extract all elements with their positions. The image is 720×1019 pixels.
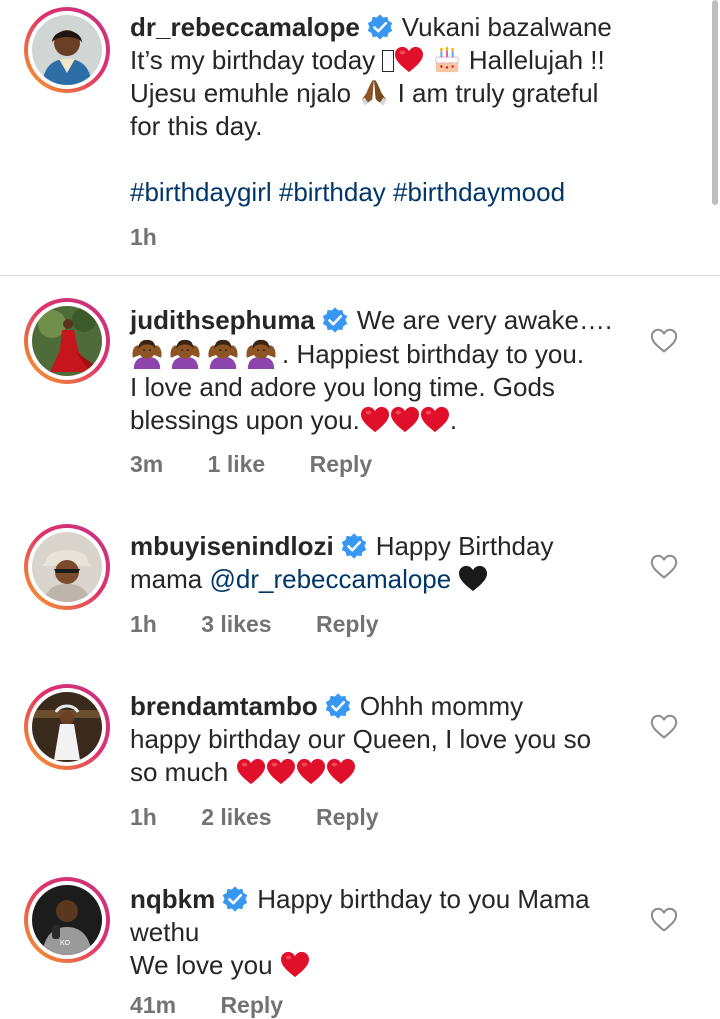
caption-text: dr_rebeccamalope Vukani bazalwane It’s my… <box>130 11 640 209</box>
comment-meta: 1h 2 likes Reply <box>130 804 417 831</box>
comment-line: We love you <box>130 950 273 980</box>
red-heart-icon <box>266 758 296 786</box>
comment-username[interactable]: mbuyisenindlozi <box>130 531 334 561</box>
woman-gesturing-ok-icon <box>168 337 202 369</box>
caption-hashtags[interactable]: #birthdaygirl #birthday #birthdaymood <box>130 176 640 209</box>
author-avatar[interactable] <box>24 7 110 93</box>
comment-line: so much <box>130 757 229 787</box>
comment-time: 1h <box>130 611 157 637</box>
comment-line: Ohhh mommy <box>359 691 524 721</box>
comment-avatar[interactable] <box>24 524 110 610</box>
woman-gesturing-ok-icon <box>206 337 240 369</box>
comment-avatar[interactable] <box>24 298 110 384</box>
comment-text: judithsephuma We are very awake…. . Happi… <box>130 304 640 437</box>
caption-meta: 1h <box>130 224 195 251</box>
red-heart-icon <box>390 406 420 434</box>
missing-glyph-icon <box>382 50 395 72</box>
comment-meta: 1h 3 likes Reply <box>130 611 417 638</box>
comment-text: mbuyisenindlozi Happy Birthday mama @dr_r… <box>130 530 640 596</box>
red-heart-icon <box>420 406 450 434</box>
comment-time: 41m <box>130 992 177 1018</box>
caption-line: Vukani bazalwane <box>401 12 612 42</box>
comment-likes[interactable]: 3 likes <box>201 611 271 638</box>
black-heart-icon <box>458 565 488 593</box>
verified-badge-icon <box>340 532 368 560</box>
comment-line: I love and adore you long time. Gods <box>130 372 555 402</box>
red-heart-icon <box>326 758 356 786</box>
comment-line: wethu <box>130 917 200 947</box>
woman-gesturing-ok-icon <box>244 337 278 369</box>
caption-line: Hallelujah !! <box>468 45 605 75</box>
folded-hands-icon <box>358 77 390 107</box>
mention-link[interactable]: @dr_rebeccamalope <box>209 564 451 594</box>
caption-username[interactable]: dr_rebeccamalope <box>130 12 360 42</box>
verified-badge-icon <box>221 885 249 913</box>
verified-badge-icon <box>321 306 349 334</box>
red-heart-icon <box>394 46 424 74</box>
comment-likes[interactable]: 1 like <box>208 451 266 478</box>
comment-time: 1h <box>130 804 157 830</box>
comment-avatar[interactable] <box>24 684 110 770</box>
reply-button[interactable]: Reply <box>316 804 379 831</box>
heart-outline-icon[interactable] <box>650 714 678 740</box>
comment-avatar[interactable]: KO <box>24 877 110 963</box>
caption-time: 1h <box>130 224 157 250</box>
reply-button[interactable]: Reply <box>316 611 379 638</box>
comment-text: nqbkm Happy birthday to you Mama wethu We… <box>130 883 640 982</box>
comment-line: We are very awake…. <box>356 305 613 335</box>
heart-outline-icon[interactable] <box>650 554 678 580</box>
comment-line: blessings upon you. <box>130 405 360 435</box>
caption-line: It’s my birthday today <box>130 45 376 75</box>
caption-line: Ujesu emuhle njalo <box>130 78 352 108</box>
comment-line: . Happiest birthday to you. <box>282 339 585 369</box>
comment-username[interactable]: nqbkm <box>130 884 215 914</box>
birthday-cake-icon <box>432 44 462 74</box>
red-heart-icon <box>236 758 266 786</box>
red-heart-icon <box>296 758 326 786</box>
comment-text: brendamtambo Ohhh mommy happy birthday ou… <box>130 690 640 789</box>
reply-button[interactable]: Reply <box>220 992 283 1018</box>
comment-line: Happy Birthday <box>375 531 554 561</box>
verified-badge-icon <box>324 692 352 720</box>
reply-button[interactable]: Reply <box>310 451 373 478</box>
comment-meta: 41m Reply <box>130 992 283 1019</box>
comment-line: mama <box>130 564 203 594</box>
comment-meta: 3m 1 like Reply <box>130 451 410 478</box>
comment-username[interactable]: judithsephuma <box>130 305 315 335</box>
woman-gesturing-ok-icon <box>130 337 164 369</box>
caption-line: for this day. <box>130 111 263 141</box>
post-caption: dr_rebeccamalope Vukani bazalwane It’s my… <box>0 0 720 276</box>
red-heart-icon <box>280 951 310 979</box>
comment-likes[interactable]: 2 likes <box>201 804 271 831</box>
svg-text:KO: KO <box>60 940 71 947</box>
heart-outline-icon[interactable] <box>650 328 678 354</box>
comment-line: Happy birthday to you Mama <box>257 884 590 914</box>
comment-line: . <box>449 405 458 435</box>
heart-outline-icon[interactable] <box>650 907 678 933</box>
comment-time: 3m <box>130 451 164 477</box>
red-heart-icon <box>360 406 390 434</box>
verified-badge-icon <box>366 13 394 41</box>
comment-line: happy birthday our Queen, I love you so <box>130 724 592 754</box>
caption-line: I am truly grateful <box>397 78 599 108</box>
comment-username[interactable]: brendamtambo <box>130 691 318 721</box>
